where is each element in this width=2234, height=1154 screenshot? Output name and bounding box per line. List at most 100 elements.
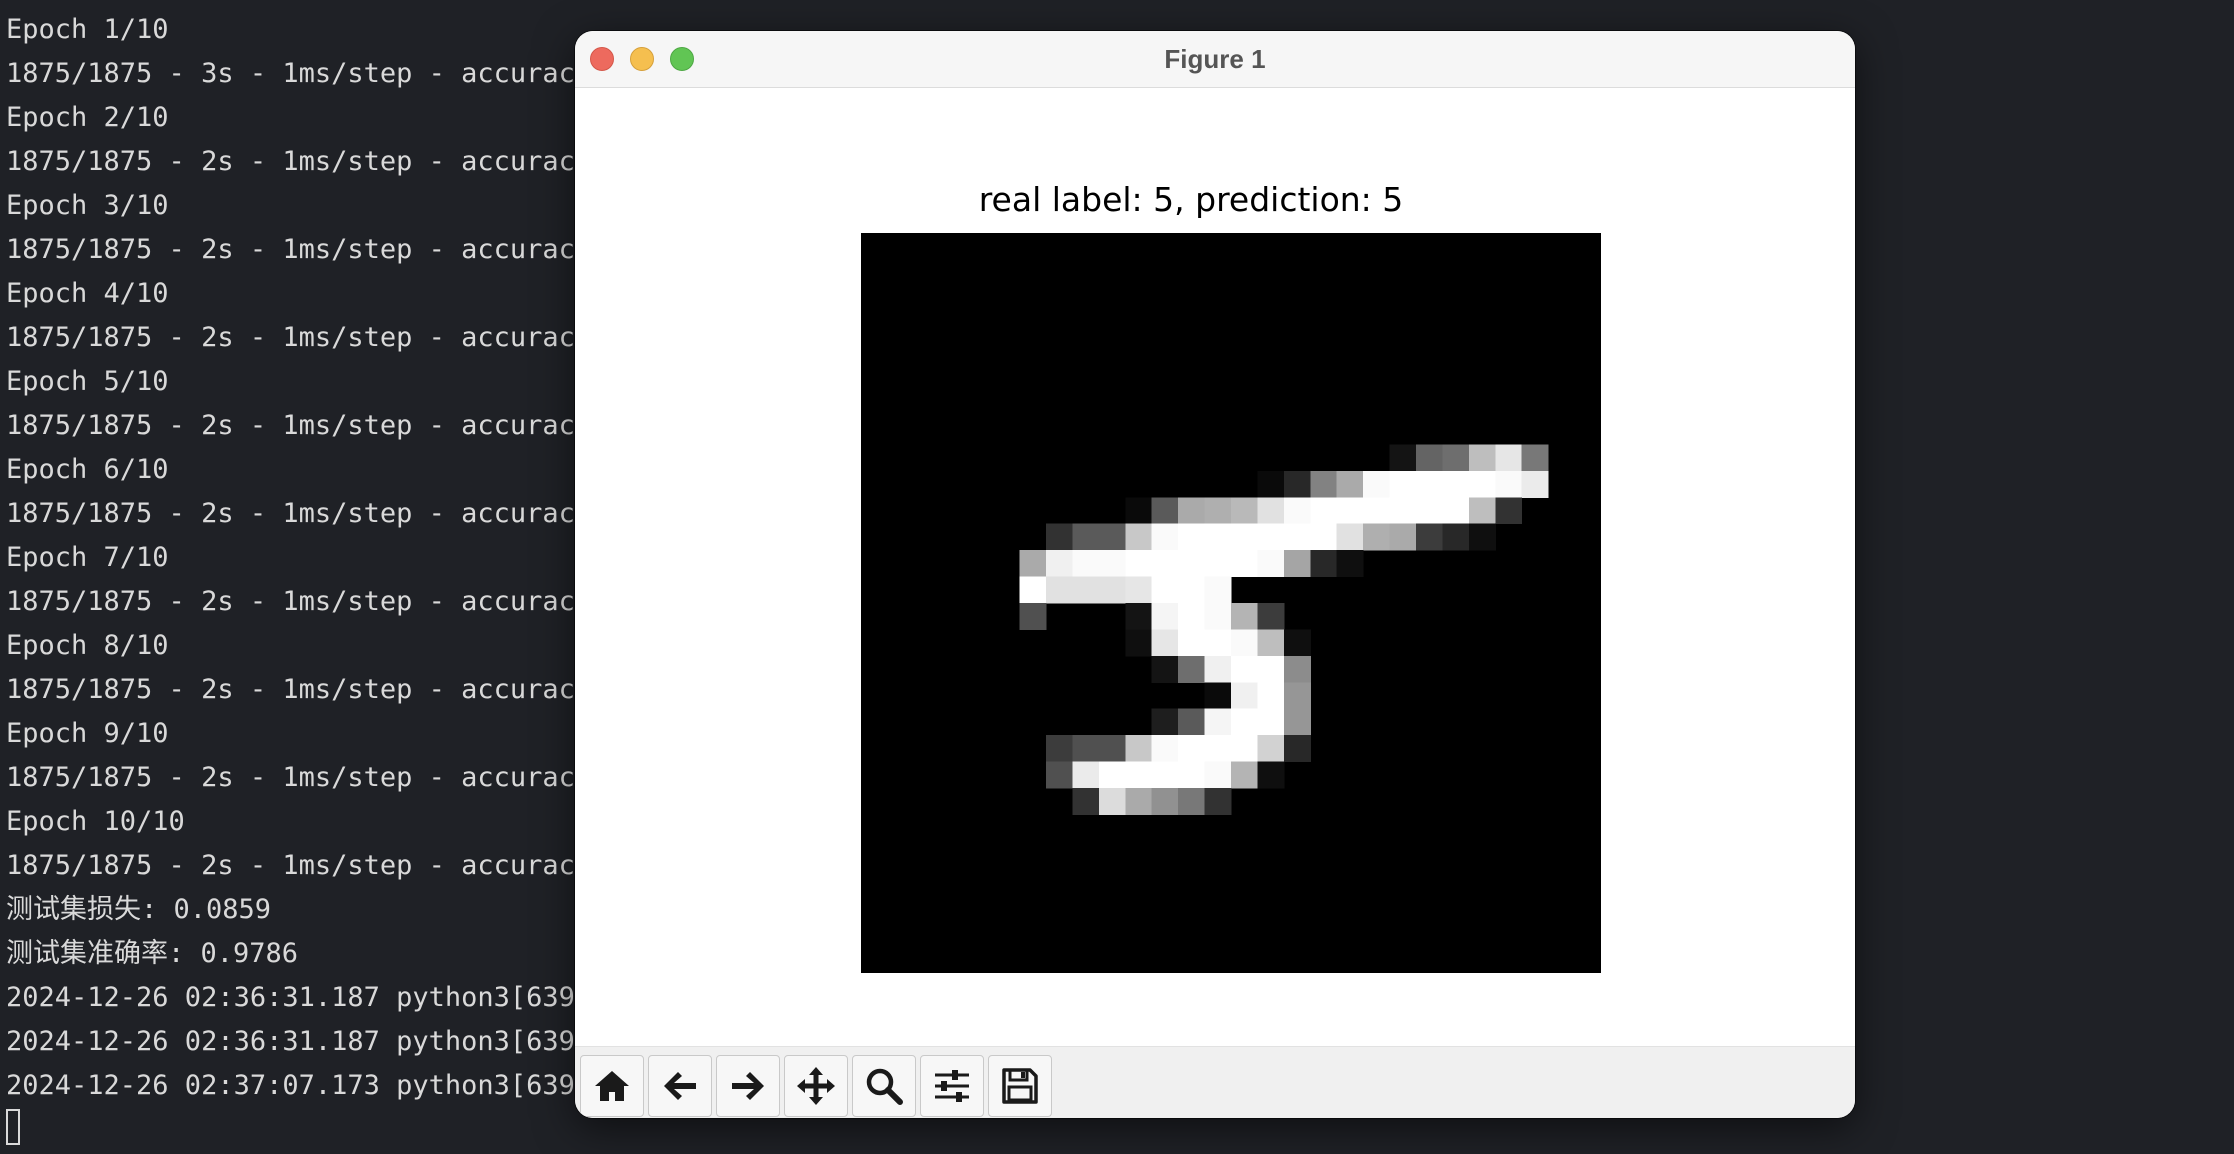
magnifier-icon [866,1068,903,1105]
window-title: Figure 1 [1164,44,1266,74]
image-pixel [1072,761,1100,789]
image-pixel [1204,523,1232,551]
image-pixel [1178,497,1206,525]
image-pixel [1151,655,1179,683]
image-pixel [1125,761,1153,789]
image-pixel [1019,550,1047,578]
image-pixel [1151,576,1179,604]
image-pixel [1257,497,1285,525]
image-pixel [1231,523,1258,551]
image-pixel [1204,550,1232,578]
figure-canvas[interactable]: real label: 5, prediction: 5 [575,88,1855,1078]
image-pixel [1204,576,1232,604]
image-pixel [1442,444,1470,472]
image-pixel [1336,497,1364,525]
image-pixel [1125,603,1153,630]
image-pixel [1046,761,1073,789]
image-pixel [1231,550,1258,578]
image-pixel [1019,576,1047,604]
image-pixel [1468,470,1496,498]
terminal-line: 测试集损失: 0.0859 [6,894,272,925]
image-pixel [1178,761,1206,789]
terminal-line: 1875/1875 - 2s - 1ms/step - accuracy [6,234,592,265]
image-pixel [1468,444,1496,472]
image-pixel [1336,470,1364,498]
image-pixel [1231,708,1258,736]
terminal-line: 测试集准确率: 0.9786 [6,938,299,969]
image-pixel [1310,523,1338,551]
image-pixel [1495,497,1523,525]
image-pixel [1125,735,1153,763]
image-pixel [1495,470,1523,498]
image-pixel [1336,523,1364,551]
plot-title: real label: 5, prediction: 5 [978,180,1404,219]
terminal-cursor [6,1109,20,1145]
image-pixel [1204,603,1232,630]
terminal-line: Epoch 8/10 [6,630,169,661]
image-pixel [1283,682,1311,710]
terminal-line: 1875/1875 - 2s - 1ms/step - accuracy [6,586,592,617]
home-button[interactable] [580,1055,644,1117]
image-pixel [1204,682,1232,710]
terminal-line: Epoch 4/10 [6,278,169,309]
terminal-line: Epoch 3/10 [6,190,169,221]
window-titlebar[interactable]: Figure 1 [575,31,1855,88]
terminal-line: 1875/1875 - 3s - 1ms/step - accuracy [6,58,592,89]
image-pixel [1257,735,1285,763]
image-pixel [1072,576,1100,604]
forward-button[interactable] [716,1055,780,1117]
image-pixel [1336,550,1364,578]
image-pixel [1231,629,1258,657]
image-pixel [1310,550,1338,578]
image-pixel [1178,655,1206,683]
image-pixel [1283,708,1311,736]
back-button[interactable] [648,1055,712,1117]
image-pixel [1151,761,1179,789]
terminal-line: 1875/1875 - 2s - 1ms/step - accuracy [6,410,592,441]
image-pixel [1046,523,1073,551]
image-pixel [1257,655,1285,683]
figure-window[interactable]: Figure 1 real label: 5, prediction: 5 [575,31,1855,1118]
terminal-line: 1875/1875 - 2s - 1ms/step - accuracy [6,498,592,529]
image-pixel [1363,497,1391,525]
image-pixel [1204,788,1232,815]
home-icon [595,1071,629,1101]
image-pixel [1125,576,1153,604]
image-pixel [1257,470,1285,498]
close-window-button[interactable] [590,47,614,71]
zoom-window-button[interactable] [670,47,694,71]
image-pixel [1389,523,1417,551]
image-pixel [1151,788,1179,815]
digit-image [861,233,1601,973]
image-pixel [1416,497,1443,525]
zoom-button[interactable] [852,1055,916,1117]
image-pixel [1204,497,1232,525]
image-pixel [1283,735,1311,763]
image-pixel [1178,550,1206,578]
image-pixel [1204,629,1232,657]
image-pixel [1072,550,1100,578]
image-pixel [1257,523,1285,551]
configure-subplots-button[interactable] [920,1055,984,1117]
terminal-line: 1875/1875 - 2s - 1ms/step - accuracy [6,146,592,177]
image-pixel [1151,708,1179,736]
image-pixel [1521,444,1549,472]
image-pixel [1178,788,1206,815]
image-pixel [1283,655,1311,683]
image-pixel [1178,523,1206,551]
image-pixel [1204,761,1232,789]
image-pixel [1416,523,1443,551]
terminal-line: Epoch 1/10 [6,14,169,45]
image-pixel [1231,735,1258,763]
image-pixel [1072,523,1100,551]
navigation-toolbar [575,1046,1855,1118]
image-pixel [1046,550,1073,578]
image-pixel [1310,497,1338,525]
pan-button[interactable] [784,1055,848,1117]
image-pixel [1151,497,1179,525]
image-pixel [1151,550,1179,578]
save-button[interactable] [988,1055,1052,1117]
minimize-window-button[interactable] [630,47,654,71]
terminal-line: Epoch 10/10 [6,806,185,837]
terminal-line: 1875/1875 - 2s - 1ms/step - accuracy [6,674,592,705]
